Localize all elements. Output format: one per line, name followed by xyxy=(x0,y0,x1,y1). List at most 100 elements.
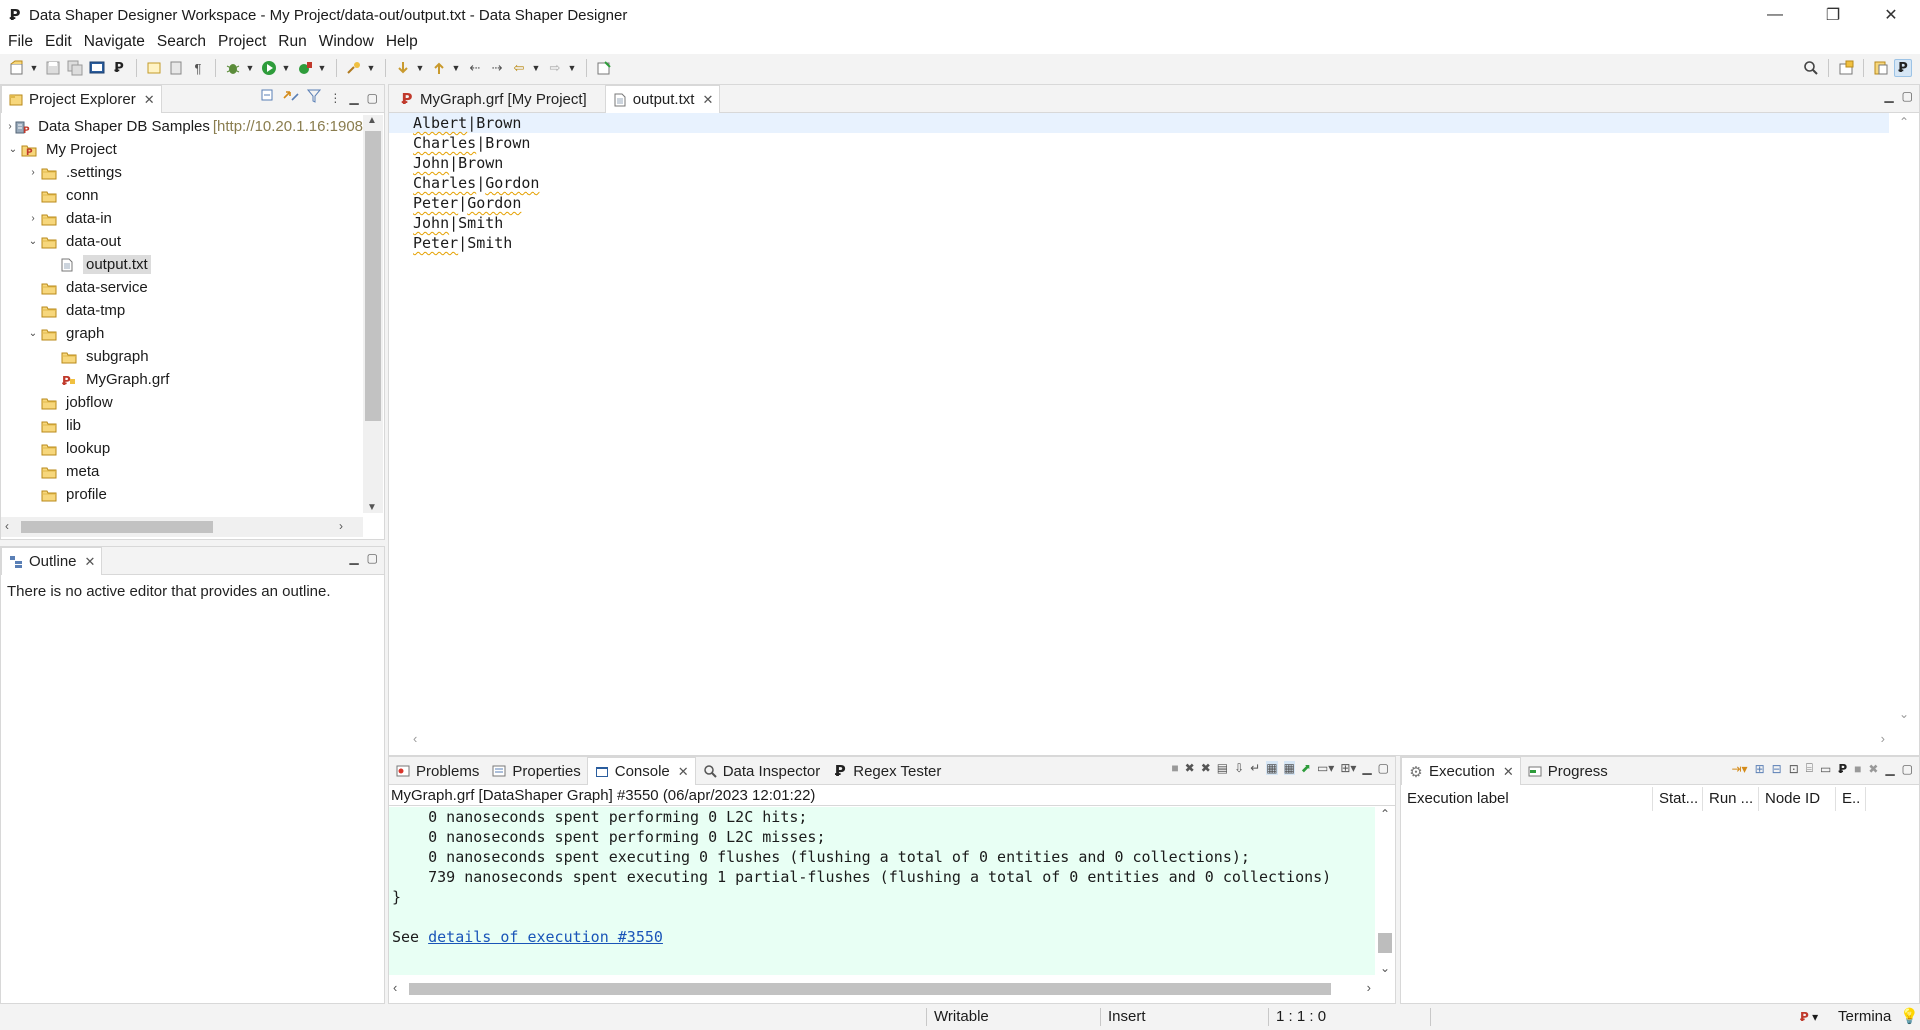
editor-line[interactable]: Charles|Gordon xyxy=(389,173,1889,193)
column-run[interactable]: Run ... xyxy=(1703,787,1759,811)
editor-vertical-scrollbar[interactable]: ⌃ ⌄ xyxy=(1895,115,1915,721)
tab-properties[interactable]: Properties xyxy=(485,758,586,784)
minimize-button[interactable]: — xyxy=(1746,0,1804,30)
forward-dropdown-icon[interactable]: ▼ xyxy=(568,59,577,77)
view-menu-icon[interactable]: ⋮ xyxy=(329,91,341,105)
remove-all-terminated-icon[interactable]: ✖ xyxy=(1201,761,1211,775)
terminate-icon[interactable]: ■ xyxy=(1171,761,1178,775)
resource-perspective-icon[interactable] xyxy=(1872,59,1890,77)
filter-icon[interactable] xyxy=(307,89,322,106)
minimize-view-icon[interactable]: ▁ xyxy=(1884,89,1893,103)
console-vertical-scrollbar[interactable]: ⌃ ⌄ xyxy=(1375,807,1395,975)
show-on-stdout-icon[interactable]: ▦ xyxy=(1266,761,1278,775)
next-annotation-dropdown-icon[interactable]: ▼ xyxy=(416,59,425,77)
forward-icon[interactable]: ⇨ xyxy=(546,59,564,77)
tree-vertical-scrollbar[interactable]: ▲ ▼ xyxy=(363,115,383,513)
external-tools-icon[interactable] xyxy=(296,59,314,77)
minimize-view-icon[interactable]: ▁ xyxy=(1885,762,1894,776)
minimize-view-icon[interactable]: ▁ xyxy=(349,91,358,105)
tree-item-jobflow[interactable]: jobflow xyxy=(1,391,363,414)
editor-horizontal-scrollbar[interactable]: ‹ › xyxy=(409,731,1889,749)
close-icon[interactable]: ✕ xyxy=(702,92,713,108)
editor-line[interactable]: Peter|Smith xyxy=(389,233,1889,253)
debug-dropdown-icon[interactable]: ▼ xyxy=(246,59,255,77)
tree-horizontal-scrollbar[interactable]: ‹ › xyxy=(1,517,363,537)
search-tool-icon[interactable] xyxy=(345,59,363,77)
maximize-view-icon[interactable]: ▢ xyxy=(1378,761,1389,775)
tab-execution[interactable]: ⚙ Execution ✕ xyxy=(1401,757,1521,785)
column-node-id[interactable]: Node ID xyxy=(1759,787,1836,811)
collapse-chevron-icon[interactable]: ⌄ xyxy=(25,328,41,339)
text-editor[interactable]: Albert|Brown Charles|Brown John|Brown Charl… xyxy=(389,113,1889,721)
next-annotation-icon[interactable] xyxy=(394,59,412,77)
tree-item-lib[interactable]: lib xyxy=(1,414,363,437)
clear-console-icon[interactable]: ▤ xyxy=(1217,761,1228,775)
expand-chevron-icon[interactable]: › xyxy=(5,121,15,132)
maximize-view-icon[interactable]: ▢ xyxy=(1902,89,1913,103)
tree-item-data-in[interactable]: › data-in xyxy=(1,207,363,230)
menu-help[interactable]: Help xyxy=(380,33,424,51)
menu-search[interactable]: Search xyxy=(151,33,212,51)
tab-problems[interactable]: Problems xyxy=(389,758,485,784)
previous-annotation-dropdown-icon[interactable]: ▼ xyxy=(452,59,461,77)
display-console-icon[interactable]: ▭▾ xyxy=(1317,761,1334,775)
editor-line[interactable]: Peter|Gordon xyxy=(389,193,1889,213)
tree-item-my-project[interactable]: ⌄ P My Project xyxy=(1,138,363,161)
pin-editor-icon[interactable] xyxy=(595,59,613,77)
save-icon[interactable] xyxy=(44,59,62,77)
collapse-chevron-icon[interactable]: ⌄ xyxy=(5,144,21,155)
tab-regex-tester[interactable]: Ꝑ Regex Tester xyxy=(826,758,947,784)
editor-line[interactable]: John|Smith xyxy=(389,213,1889,233)
lightbulb-icon[interactable]: 💡 xyxy=(1900,1004,1919,1030)
remove-launch-icon[interactable]: ✖ xyxy=(1185,761,1195,775)
close-icon[interactable]: ✕ xyxy=(1503,764,1514,780)
minimize-view-icon[interactable]: ▁ xyxy=(349,551,358,565)
tree-item-conn[interactable]: conn xyxy=(1,184,363,207)
collapse-all-icon[interactable] xyxy=(261,89,275,106)
expand-execution-icon[interactable]: ⇥▾ xyxy=(1732,762,1748,776)
tree-item-data-shaper-db-samples[interactable]: › P Data Shaper DB Samples [http://10.20.1… xyxy=(1,115,363,138)
external-tools-dropdown-icon[interactable]: ▼ xyxy=(318,59,327,77)
close-window-button[interactable]: ✕ xyxy=(1862,0,1920,30)
editor-line[interactable]: John|Brown xyxy=(389,153,1889,173)
menu-window[interactable]: Window xyxy=(313,33,380,51)
link-with-editor-icon[interactable] xyxy=(283,89,299,106)
status-terminal[interactable]: Termina xyxy=(1838,1004,1891,1030)
menu-navigate[interactable]: Navigate xyxy=(78,33,151,51)
open-console-icon[interactable]: ⊞▾ xyxy=(1340,761,1356,775)
tree-item-output-txt[interactable]: output.txt xyxy=(1,253,363,276)
collapse-all-icon[interactable]: ⊟ xyxy=(1772,762,1782,776)
expand-chevron-icon[interactable]: › xyxy=(25,167,41,178)
run-icon[interactable] xyxy=(260,59,278,77)
scroll-lock-icon[interactable]: ⇩ xyxy=(1234,761,1244,775)
tab-mygraph[interactable]: Ꝑ MyGraph.grf [My Project] xyxy=(393,86,593,112)
tree-item-lookup[interactable]: lookup xyxy=(1,437,363,460)
menu-run[interactable]: Run xyxy=(272,33,312,51)
stop-icon[interactable]: ■ xyxy=(1854,762,1861,776)
group-icon[interactable]: ⊡ xyxy=(1789,762,1799,776)
debug-icon[interactable] xyxy=(224,59,242,77)
tab-console[interactable]: Console ✕ xyxy=(586,757,696,785)
column-e[interactable]: E.. xyxy=(1836,787,1866,811)
tree-item-data-tmp[interactable]: data-tmp xyxy=(1,299,363,322)
tree-item-settings[interactable]: › .settings xyxy=(1,161,363,184)
toggle-mark-icon[interactable] xyxy=(145,59,163,77)
tab-data-inspector[interactable]: Data Inspector xyxy=(696,758,827,784)
close-icon[interactable]: ✕ xyxy=(678,764,689,780)
remove-icon[interactable]: ✖ xyxy=(1868,762,1878,776)
tree-item-meta[interactable]: meta xyxy=(1,460,363,483)
last-edit-location-icon[interactable]: ⇠ xyxy=(466,59,484,77)
menu-file[interactable]: File xyxy=(2,33,39,51)
maximize-view-icon[interactable]: ▢ xyxy=(1902,762,1913,776)
terminal-launcher-icon[interactable]: Ꝑ ▾ xyxy=(1800,1004,1818,1030)
search-tool-dropdown-icon[interactable]: ▼ xyxy=(367,59,376,77)
word-wrap-icon[interactable]: ↵ xyxy=(1250,761,1260,775)
maximize-view-icon[interactable]: ▢ xyxy=(367,551,378,565)
show-whitespace-icon[interactable]: ¶ xyxy=(189,59,207,77)
tab-output-txt[interactable]: output.txt ✕ xyxy=(604,85,721,113)
run-dropdown-icon[interactable]: ▼ xyxy=(282,59,291,77)
back-icon[interactable]: ⇦ xyxy=(510,59,528,77)
menu-project[interactable]: Project xyxy=(212,33,272,51)
tree-item-profile[interactable]: profile xyxy=(1,483,363,506)
new-icon[interactable] xyxy=(8,59,26,77)
